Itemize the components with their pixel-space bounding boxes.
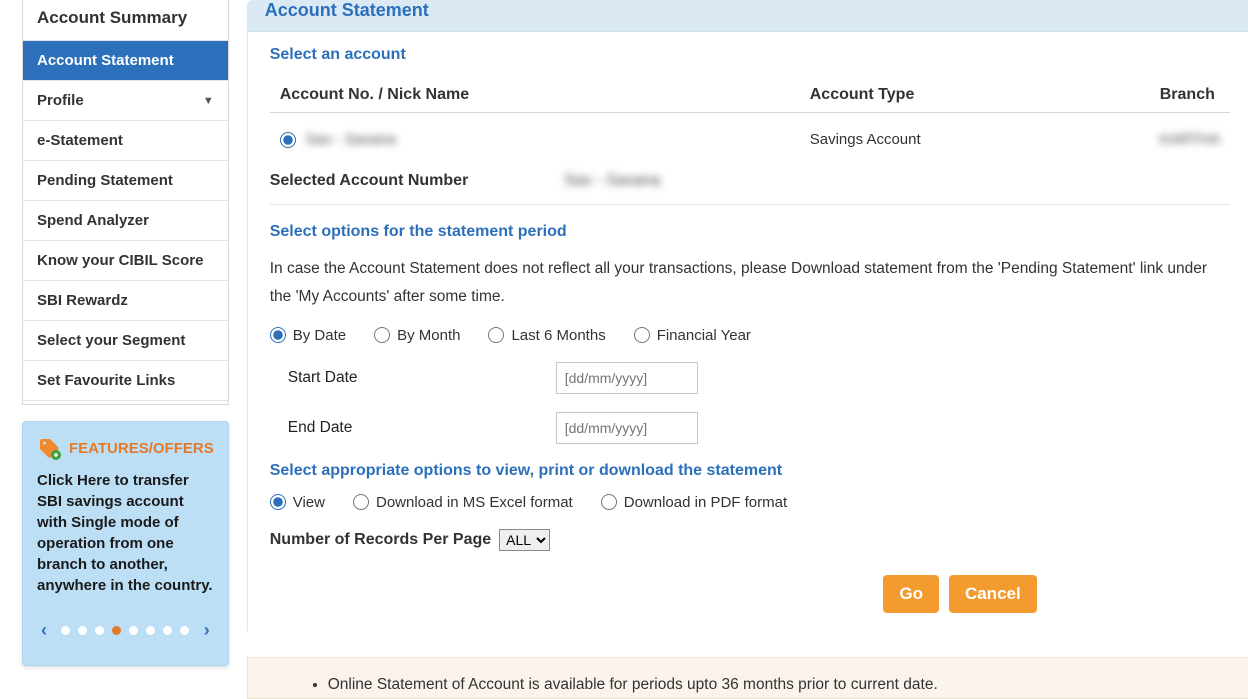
- offers-pager-dots: [61, 626, 189, 635]
- end-date-label: End Date: [288, 419, 556, 437]
- output-options: View Download in MS Excel format Downloa…: [270, 494, 1231, 511]
- sidebar-item-cibil-score[interactable]: Know your CIBIL Score: [23, 240, 228, 280]
- output-option-excel[interactable]: Download in MS Excel format: [353, 494, 573, 511]
- records-per-page-label: Number of Records Per Page: [270, 531, 491, 549]
- pager-dot[interactable]: [146, 626, 155, 635]
- account-branch: KARTHA: [1160, 131, 1221, 148]
- offers-prev-arrow[interactable]: ‹: [37, 618, 51, 643]
- output-option-view[interactable]: View: [270, 494, 325, 511]
- period-option-by-month[interactable]: By Month: [374, 327, 460, 344]
- go-button[interactable]: Go: [883, 575, 939, 613]
- offers-panel: FEATURES/OFFERS Click Here to transfer S…: [22, 421, 229, 666]
- sidebar-item-pending-statement[interactable]: Pending Statement: [23, 160, 228, 200]
- offers-click-here-link[interactable]: Click Here: [37, 472, 110, 489]
- sidebar-item-enable-disable-accounts[interactable]: Enable / Disable Accounts: [23, 400, 228, 405]
- account-row: Sav - Savana Savings Account KARTHA: [270, 113, 1231, 166]
- account-type: Savings Account: [810, 131, 1160, 148]
- pager-dot[interactable]: [129, 626, 138, 635]
- period-option-by-date[interactable]: By Date: [270, 327, 346, 344]
- offers-body: Click Here to transfer SBI savings accou…: [37, 470, 214, 596]
- cancel-button[interactable]: Cancel: [949, 575, 1037, 613]
- sidebar-item-spend-analyzer[interactable]: Spend Analyzer: [23, 200, 228, 240]
- sidebar-nav: Account Summary Account Statement Profil…: [22, 0, 229, 405]
- sidebar-item-sbi-rewardz[interactable]: SBI Rewardz: [23, 280, 228, 320]
- output-heading: Select appropriate options to view, prin…: [270, 462, 1231, 480]
- pager-dot[interactable]: [180, 626, 189, 635]
- period-option-last6[interactable]: Last 6 Months: [488, 327, 605, 344]
- pager-dot-active[interactable]: [112, 626, 121, 635]
- tag-icon: [37, 436, 61, 460]
- start-date-input[interactable]: [556, 362, 698, 394]
- sidebar-item-account-statement[interactable]: Account Statement: [23, 40, 228, 80]
- select-account-heading: Select an account: [270, 46, 1231, 64]
- offers-next-arrow[interactable]: ›: [200, 618, 214, 643]
- info-bullet: Online Statement of Account is available…: [328, 672, 1222, 698]
- pager-dot[interactable]: [163, 626, 172, 635]
- page-title: Account Statement: [265, 0, 1235, 21]
- end-date-input[interactable]: [556, 412, 698, 444]
- chevron-down-icon: ▼: [203, 95, 214, 107]
- period-heading: Select options for the statement period: [270, 223, 1231, 241]
- sidebar-item-select-segment[interactable]: Select your Segment: [23, 320, 228, 360]
- period-option-fy[interactable]: Financial Year: [634, 327, 751, 344]
- sidebar-item-favourite-links[interactable]: Set Favourite Links: [23, 360, 228, 400]
- pager-dot[interactable]: [78, 626, 87, 635]
- sidebar-item-e-statement[interactable]: e-Statement: [23, 120, 228, 160]
- account-table-header: Account No. / Nick Name Account Type Bra…: [270, 78, 1231, 113]
- records-per-page-select[interactable]: ALL: [499, 529, 550, 551]
- selected-account-label: Selected Account Number: [270, 172, 469, 190]
- output-option-pdf[interactable]: Download in PDF format: [601, 494, 787, 511]
- account-nick: Sav - Savana: [306, 131, 396, 148]
- account-radio[interactable]: [280, 132, 296, 148]
- offers-title: FEATURES/OFFERS: [69, 440, 214, 457]
- start-date-label: Start Date: [288, 369, 556, 387]
- info-panel: Online Statement of Account is available…: [247, 657, 1248, 699]
- sidebar-item-account-summary[interactable]: Account Summary: [23, 0, 228, 40]
- panel-header: Account Statement: [247, 0, 1248, 32]
- pager-dot[interactable]: [95, 626, 104, 635]
- selected-account-value: Sav - Savana: [564, 172, 660, 190]
- period-note: In case the Account Statement does not r…: [270, 255, 1231, 311]
- pager-dot[interactable]: [61, 626, 70, 635]
- sidebar-item-profile[interactable]: Profile ▼: [23, 80, 228, 120]
- period-options: By Date By Month Last 6 Months Financial…: [270, 327, 1231, 344]
